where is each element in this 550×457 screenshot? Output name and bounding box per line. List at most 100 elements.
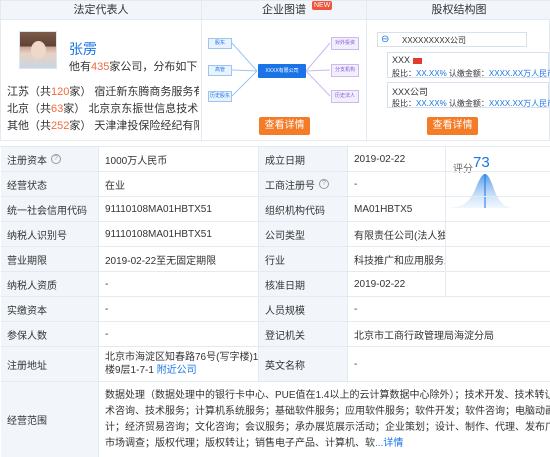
count-number[interactable]: 435 bbox=[91, 61, 109, 73]
en-name-label: 英文名称 bbox=[259, 347, 348, 381]
graph-node-shareholder: 股东 bbox=[208, 38, 232, 49]
field-label-text: 成立日期 bbox=[265, 155, 305, 167]
help-icon[interactable]: ? bbox=[51, 154, 61, 164]
dist-company: 北京京东振世信息技术...等 bbox=[88, 103, 199, 115]
person-name-link[interactable]: 张雳 bbox=[69, 39, 97, 59]
field-label-text: 组织机构代码 bbox=[265, 205, 325, 217]
field-value-text: 北京市工商行政管理局海淀分局 bbox=[354, 330, 494, 342]
equity-holder-2[interactable]: XXX公司 股比：XX.XX% 认缴金额：XXXX.XX万人民币 bbox=[387, 82, 550, 108]
field-value: - bbox=[348, 297, 550, 321]
help-icon[interactable]: ? bbox=[319, 179, 329, 189]
field-label: 公司类型 bbox=[259, 222, 348, 246]
dist-row-beijing[interactable]: 北京（共63家） 北京京东振世信息技术...等 bbox=[7, 100, 199, 116]
field-value-text: - bbox=[354, 178, 358, 190]
field-value: - bbox=[99, 322, 259, 346]
field-value: 科技推广和应用服务业 bbox=[348, 247, 446, 271]
field-label: 统一社会信用代码 bbox=[1, 197, 99, 221]
flag-icon bbox=[413, 57, 423, 64]
field-label: 组织机构代码 bbox=[259, 197, 348, 221]
field-value: - bbox=[99, 272, 259, 296]
dist-count: 63 bbox=[51, 103, 64, 115]
amount-label: 认缴金额： bbox=[448, 69, 489, 78]
graph-node-investment: 对外投资 bbox=[331, 37, 359, 50]
field-label: 参保人数 bbox=[1, 322, 99, 346]
field-value-text: 1000万人民币 bbox=[105, 155, 168, 167]
field-value: 北京市工商行政管理局海淀分局 bbox=[348, 322, 550, 346]
count-prefix: 他有 bbox=[69, 61, 91, 73]
field-label: 纳税人资质 bbox=[1, 272, 99, 296]
equity-root-name: XXXXXXXXX公司 bbox=[402, 36, 467, 45]
equity-root-node: ⊖ XXXXXXXXX公司 bbox=[377, 32, 527, 47]
field-value: MA01HBTX5 bbox=[348, 197, 446, 221]
field-label: 人员规模 bbox=[259, 297, 348, 321]
ratio-value: XX.XX% bbox=[416, 69, 447, 78]
field-value-text: - bbox=[354, 303, 358, 315]
graph-node-history-legal: 历史法人 bbox=[331, 90, 359, 103]
field-label-text: 注册资本 bbox=[7, 155, 47, 167]
field-value-text: 在业 bbox=[105, 180, 125, 192]
table-row: 营业期限 2019-02-22至无固定期限 行业 科技推广和应用服务业 bbox=[1, 247, 550, 272]
field-label: 行业 bbox=[259, 247, 348, 271]
equity-view-details-button[interactable]: 查看详情 bbox=[427, 117, 478, 135]
field-value-text: 91110108MA01HBTX51 bbox=[105, 228, 212, 240]
equity-header: 股权结构图 bbox=[367, 1, 550, 20]
field-label-text: 工商注册号 bbox=[265, 180, 315, 192]
dist-row-jiangsu[interactable]: 江苏（共120家） 宿迁新东腾商务服务有...等 bbox=[7, 83, 199, 99]
holder-name: XXX bbox=[392, 55, 411, 65]
graph-node-company: XXXX有限公司 bbox=[258, 64, 306, 78]
dist-count: 120 bbox=[51, 86, 70, 98]
collapse-icon[interactable]: ⊖ bbox=[381, 34, 389, 45]
scope-more-link[interactable]: ...详情 bbox=[375, 438, 403, 449]
address-value: 北京市海淀区知春路76号(写字楼)1号 楼9层1-7-1 附近公司 bbox=[99, 347, 259, 381]
graph-node-branch: 分支机构 bbox=[331, 64, 359, 77]
table-row-scope: 经营范围 数据处理（数据处理中的银行卡中心、PUE值在1.4以上的云计算数据中心… bbox=[1, 382, 550, 457]
table-row-address: 注册地址 北京市海淀区知春路76号(写字楼)1号 楼9层1-7-1 附近公司 英… bbox=[1, 347, 550, 382]
amount-value: XXXX.XX万人民币 bbox=[488, 99, 550, 108]
table-row: 纳税人识别号 91110108MA01HBTX51 公司类型 有限责任公司(法人独资) bbox=[1, 222, 550, 247]
field-label-text: 登记机关 bbox=[265, 330, 305, 342]
graph-node-executive: 高管 bbox=[208, 65, 232, 76]
scope-line: 市场调查；版权代理；版权转让；销售电子产品、计算机、软 bbox=[105, 437, 375, 449]
field-value: 91110108MA01HBTX51 bbox=[99, 197, 259, 221]
field-label: 实缴资本 bbox=[1, 297, 99, 321]
avatar[interactable] bbox=[19, 31, 57, 69]
amount-label: 认缴金额： bbox=[448, 99, 489, 108]
field-value-text: - bbox=[105, 328, 109, 340]
field-value-text: MA01HBTX5 bbox=[354, 203, 413, 215]
holder-name-row: XXX公司 bbox=[392, 85, 428, 98]
dist-suffix: 家） bbox=[69, 120, 92, 132]
table-row: 注册资本? 1000万人民币 成立日期 2019-02-22 bbox=[1, 147, 550, 172]
scope-line: 术咨询、技术服务；计算机系统服务；基础软件服务；应用软件服务；软件开发；软件咨询… bbox=[105, 405, 550, 417]
ratio-value: XX.XX% bbox=[416, 99, 447, 108]
table-row: 统一社会信用代码 91110108MA01HBTX51 组织机构代码 MA01HBTX… bbox=[1, 197, 550, 222]
field-label-text: 营业期限 bbox=[7, 255, 47, 267]
table-row: 参保人数 - 登记机关 北京市工商行政管理局海淀分局 bbox=[1, 322, 550, 347]
dist-row-other[interactable]: 其他（共252家） 天津津投保险经纪有限...等 bbox=[7, 117, 199, 133]
equity-holder-1[interactable]: XXX 股比：XX.XX% 认缴金额：XXXX.XX万人民币 bbox=[387, 52, 550, 78]
field-label: 登记机关 bbox=[259, 322, 348, 346]
field-label-text: 纳税人识别号 bbox=[7, 230, 67, 242]
address-line1: 北京市海淀区知春路76号(写字楼)1号 bbox=[105, 352, 259, 363]
field-label: 成立日期 bbox=[259, 147, 348, 171]
holder-name: XXX公司 bbox=[392, 87, 429, 97]
field-label-text: 实缴资本 bbox=[7, 305, 47, 317]
info-table: 注册资本? 1000万人民币 成立日期 2019-02-22 经营状态 在业 工商注册号? -… bbox=[0, 146, 550, 457]
graph-view-details-button[interactable]: 查看详情 bbox=[259, 117, 310, 135]
field-label-text: 公司类型 bbox=[265, 230, 305, 242]
field-label-text: 参保人数 bbox=[7, 330, 47, 342]
dist-region: 其他（共 bbox=[7, 120, 51, 132]
field-value: 2019-02-22 bbox=[348, 147, 446, 171]
top-panel: 法定代表人 张雳 他有435家公司，分布如下 江苏（共120家） 宿迁新东腾商务… bbox=[0, 0, 550, 142]
field-value-text: 有限责任公司(法人独资) bbox=[354, 230, 445, 242]
dist-region: 江苏（共 bbox=[7, 86, 51, 98]
nearby-company-link[interactable]: 附近公司 bbox=[157, 365, 197, 376]
field-value-text: 2019-02-22 bbox=[354, 278, 406, 290]
field-label-text: 行业 bbox=[265, 255, 285, 267]
amount-value: XXXX.XX万人民币 bbox=[488, 69, 550, 78]
field-value: - bbox=[348, 172, 446, 196]
field-value: 在业 bbox=[99, 172, 259, 196]
field-label: 营业期限 bbox=[1, 247, 99, 271]
scope-label: 经营范围 bbox=[1, 382, 99, 457]
dist-region: 北京（共 bbox=[7, 103, 51, 115]
field-value: - bbox=[99, 297, 259, 321]
